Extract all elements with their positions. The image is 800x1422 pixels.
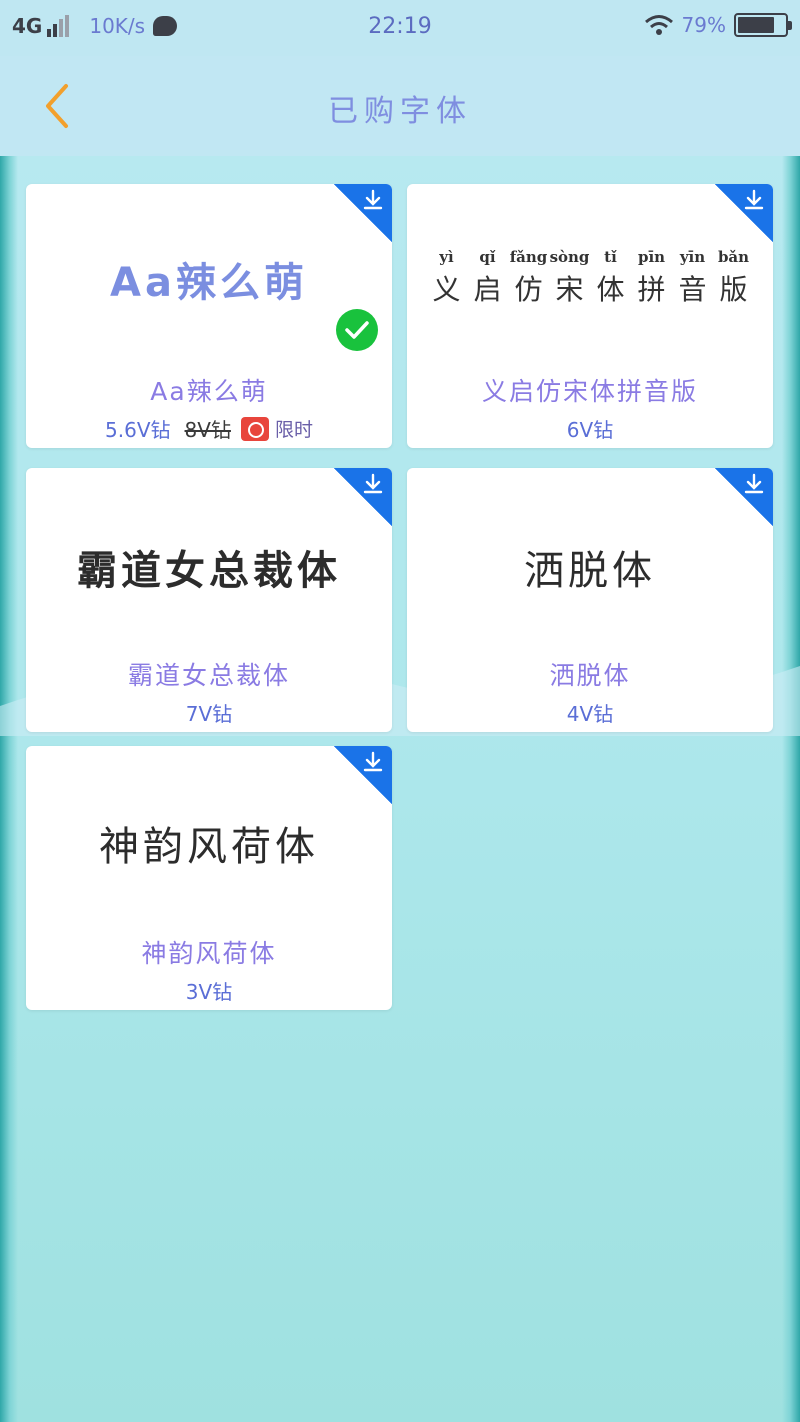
- pinyin-char: fǎng 仿: [509, 248, 548, 306]
- download-button[interactable]: [334, 468, 392, 526]
- font-card[interactable]: 霸道女总裁体 霸道女总裁体 7V钻: [26, 468, 392, 732]
- timer-icon: [240, 416, 269, 441]
- nav-bar: 已购字体: [0, 56, 800, 156]
- battery-icon: [734, 13, 792, 37]
- download-button[interactable]: [334, 746, 392, 804]
- original-price: 8V钻: [184, 418, 231, 442]
- font-price: 5.6V钻: [105, 418, 171, 442]
- pinyin-char: qǐ 启: [473, 248, 502, 306]
- font-card[interactable]: Aa辣么萌 Aa辣么萌 5.6V钻 8V钻 限时: [26, 184, 392, 448]
- download-icon: [744, 473, 764, 494]
- font-name: 义启仿宋体拼音版: [481, 377, 698, 406]
- font-grid-area[interactable]: Aa辣么萌 Aa辣么萌 5.6V钻 8V钻 限时 yì 义 qǐ 启 fǎng 仿 s…: [0, 156, 800, 1422]
- pinyin-char: yīn 音: [678, 248, 707, 306]
- price-row: 7V钻: [26, 698, 392, 727]
- price-row: 4V钻: [407, 698, 773, 727]
- font-price: 4V钻: [566, 702, 614, 726]
- download-icon: [363, 189, 383, 210]
- font-card[interactable]: yì 义 qǐ 启 fǎng 仿 sòng 宋 tǐ 体 pīn 拼 yīn 音 bǎn 版 义…: [407, 184, 773, 448]
- battery-fill: [738, 17, 775, 33]
- font-price: 6V钻: [566, 418, 614, 442]
- download-button[interactable]: [334, 184, 392, 242]
- font-card[interactable]: 洒脱体 洒脱体 4V钻: [407, 468, 773, 732]
- download-button[interactable]: [715, 184, 773, 242]
- font-card[interactable]: 神韵风荷体 神韵风荷体 3V钻: [26, 746, 392, 1010]
- font-preview: 神韵风荷体: [99, 824, 319, 870]
- left-edge-decoration: [0, 156, 18, 1422]
- pinyin-char: sòng 宋: [549, 248, 590, 306]
- applied-check-icon: [336, 309, 378, 351]
- pinyin-char: pīn 拼: [637, 248, 666, 306]
- font-preview: Aa辣么萌: [110, 260, 308, 306]
- download-icon: [363, 751, 383, 772]
- font-name: 霸道女总裁体: [127, 661, 290, 690]
- price-row: 6V钻: [407, 414, 773, 443]
- font-name: 洒脱体: [549, 661, 631, 690]
- price-row: 3V钻: [26, 976, 392, 1005]
- price-row: 5.6V钻 8V钻 限时: [26, 414, 392, 443]
- promo-label: 限时: [274, 419, 313, 441]
- font-preview: 霸道女总裁体: [77, 547, 341, 594]
- page-title: 已购字体: [328, 94, 472, 129]
- font-preview: 洒脱体: [524, 548, 656, 594]
- battery-percent: 79%: [681, 13, 726, 37]
- right-edge-decoration: [782, 156, 800, 1422]
- pinyin-char: yì 义: [432, 248, 461, 306]
- status-right: 79%: [644, 13, 792, 37]
- font-price: 7V钻: [185, 702, 233, 726]
- download-icon: [363, 473, 383, 494]
- pinyin-char: bǎn 版: [717, 248, 750, 306]
- font-name: 神韵风荷体: [141, 939, 277, 968]
- download-button[interactable]: [715, 468, 773, 526]
- font-price: 3V钻: [185, 980, 233, 1004]
- wifi-icon: [644, 15, 673, 35]
- font-name: Aa辣么萌: [150, 377, 268, 406]
- status-bar: 4G 10K/s 22:19 79%: [0, 0, 800, 56]
- download-icon: [744, 189, 764, 210]
- pinyin-char: tǐ 体: [596, 248, 625, 306]
- font-preview: yì 义 qǐ 启 fǎng 仿 sòng 宋 tǐ 体 pīn 拼 yīn 音 bǎn 版: [407, 248, 773, 308]
